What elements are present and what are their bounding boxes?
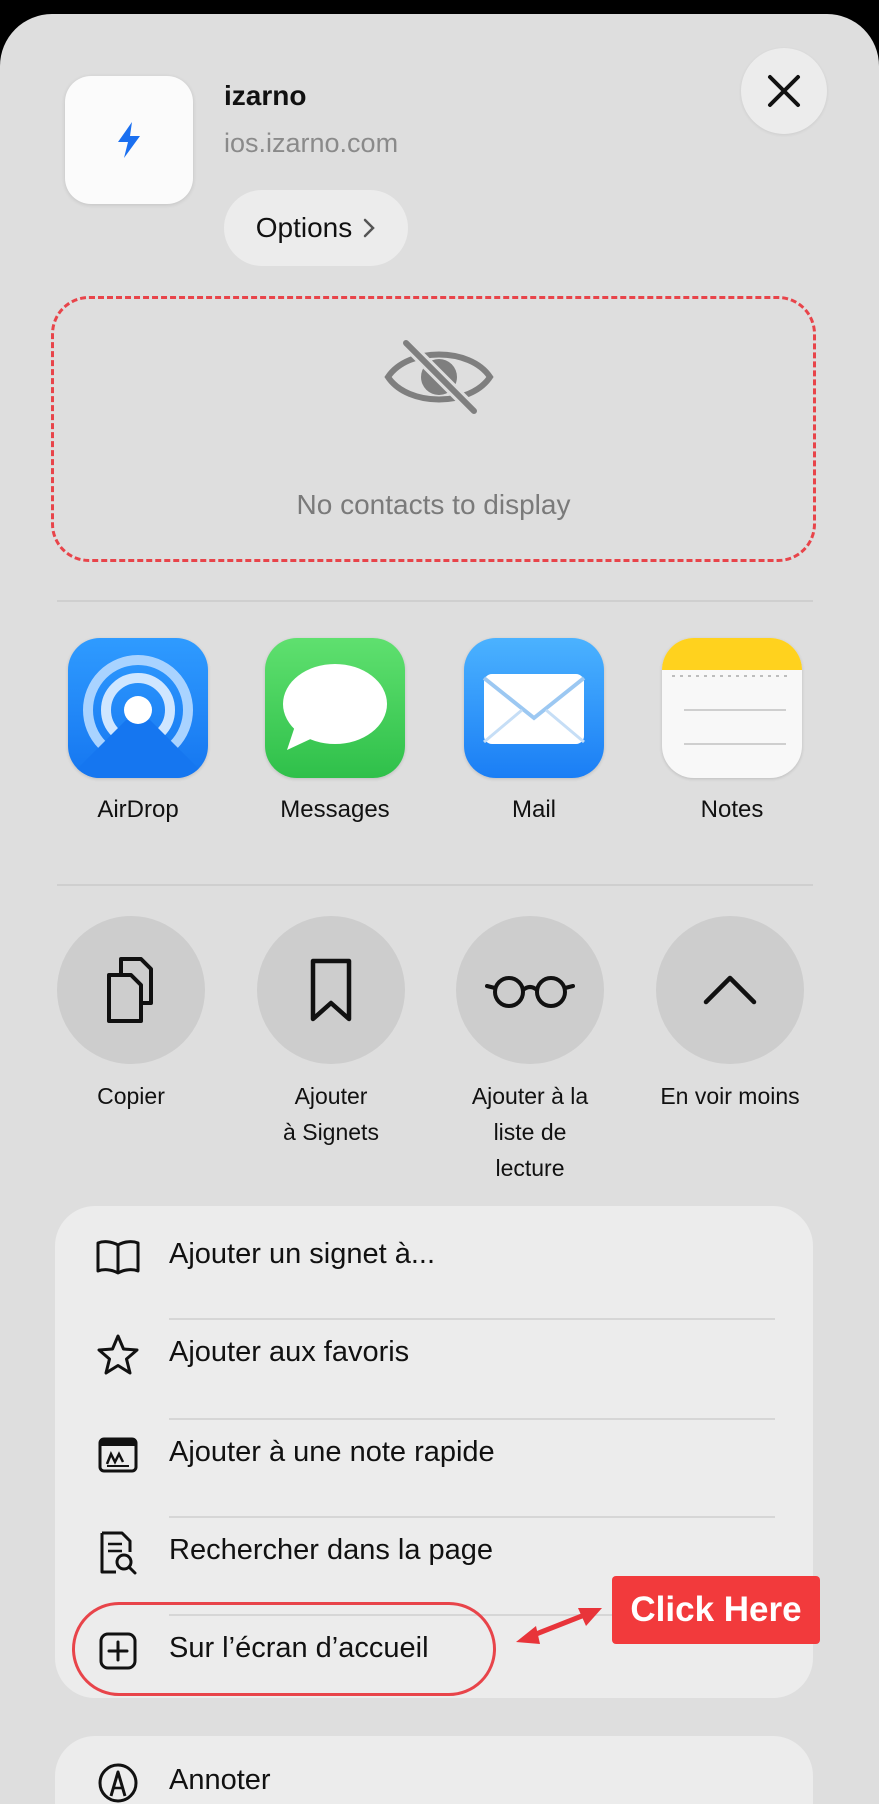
click-here-label: Click Here xyxy=(630,1590,802,1629)
star-icon xyxy=(97,1334,139,1375)
action-label: Ajouter à Signets xyxy=(283,1083,379,1145)
share-app-messages[interactable]: Messages xyxy=(250,638,420,824)
share-app-label: Notes xyxy=(700,796,764,823)
markup-icon xyxy=(98,1763,138,1803)
chevron-right-icon xyxy=(364,218,376,238)
action-menu-secondary: Annoter xyxy=(55,1736,813,1804)
menu-item-label: Rechercher dans la page xyxy=(169,1534,494,1566)
highlight-oval xyxy=(72,1602,496,1696)
options-label: Options xyxy=(255,212,353,243)
close-icon xyxy=(768,75,800,107)
menu-item-label: Ajouter un signet à... xyxy=(169,1238,435,1270)
share-app-label: AirDrop xyxy=(97,796,179,823)
app-url: ios.izarno.com xyxy=(224,128,399,158)
close-button[interactable] xyxy=(741,48,827,134)
click-here-badge: Click Here xyxy=(612,1576,820,1644)
find-in-page-icon xyxy=(100,1531,137,1575)
bookmark-icon xyxy=(310,958,352,1022)
app-title: izarno xyxy=(224,80,307,111)
menu-item-label: Ajouter à une note rapide xyxy=(169,1436,495,1468)
eye-slash-icon xyxy=(384,337,494,417)
action-see-less[interactable]: En voir moins xyxy=(640,916,820,1114)
menu-item-label: Ajouter aux favoris xyxy=(169,1336,410,1368)
action-label: Ajouter à la liste de lecture xyxy=(471,1083,589,1181)
menu-item-markup[interactable]: Annoter xyxy=(55,1736,813,1804)
menu-item-add-bookmark-to[interactable]: Ajouter un signet à... xyxy=(55,1206,813,1304)
lightning-bolt-icon xyxy=(118,122,140,158)
share-app-label: Mail xyxy=(511,796,556,823)
book-icon xyxy=(96,1240,140,1275)
airdrop-icon xyxy=(68,638,208,778)
share-sheet: izarno ios.izarno.com Options No contact… xyxy=(0,14,879,1804)
no-contacts-text: No contacts to display xyxy=(296,489,571,520)
notes-icon xyxy=(662,638,802,778)
quick-note-icon xyxy=(98,1437,138,1473)
mail-icon xyxy=(464,638,604,778)
chevron-up-icon xyxy=(703,975,757,1005)
action-bookmark[interactable]: Ajouter à Signets xyxy=(241,916,421,1150)
divider xyxy=(57,884,813,886)
menu-item-quick-note[interactable]: Ajouter à une note rapide xyxy=(55,1404,813,1502)
action-label: Copier xyxy=(97,1083,165,1109)
action-copy[interactable]: Copier xyxy=(41,916,221,1114)
action-label: En voir moins xyxy=(660,1083,800,1109)
share-app-notes[interactable]: Notes xyxy=(647,638,817,824)
copy-icon xyxy=(107,957,153,1023)
app-icon xyxy=(65,76,193,204)
double-arrow-icon xyxy=(516,1608,602,1644)
share-app-mail[interactable]: Mail xyxy=(449,638,619,824)
messages-icon xyxy=(265,638,405,778)
action-reading-list[interactable]: Ajouter à la liste de lecture xyxy=(440,916,620,1186)
menu-item-label: Annoter xyxy=(169,1764,271,1796)
menu-item-add-favorites[interactable]: Ajouter aux favoris xyxy=(55,1304,813,1402)
contacts-empty-area: No contacts to display xyxy=(51,296,816,562)
share-app-label: Messages xyxy=(280,796,390,823)
options-button[interactable]: Options xyxy=(224,190,408,266)
divider xyxy=(57,600,813,602)
share-app-airdrop[interactable]: AirDrop xyxy=(53,638,223,824)
glasses-icon xyxy=(485,976,575,1008)
